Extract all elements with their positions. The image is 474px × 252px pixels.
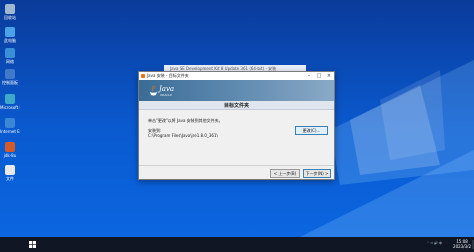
instruction-text: 单击"更改"以将 Java 安装到其他文件夹。 xyxy=(148,118,223,123)
oracle-wordmark: ORACLE xyxy=(160,93,172,97)
maximize-icon[interactable]: □ xyxy=(314,72,324,80)
recycle-bin-icon xyxy=(5,4,15,14)
desktop: 回收站此电脑网络控制面板 Microsoft Edge Internet Explo… xyxy=(0,0,474,237)
java-setup-dialog: Java 安装 - 目标文件夹 – □ × Java ORACLE 目标文件夹 … xyxy=(138,71,335,180)
network-icon xyxy=(5,48,15,58)
java-banner: Java ORACLE xyxy=(139,80,334,101)
next-button[interactable]: 下一步(N) > xyxy=(303,169,331,178)
edge-icon xyxy=(5,94,15,104)
java-app-icon xyxy=(141,74,145,78)
system-tray-icons[interactable]: ⌃ ▭ 🔊 中 xyxy=(427,241,442,245)
java-installer-icon xyxy=(5,142,15,152)
desktop-icon[interactable]: 网络 xyxy=(0,48,20,64)
java-logo: Java ORACLE xyxy=(149,83,179,98)
java-cup-icon xyxy=(150,85,157,96)
desktop-icon-label: 文件 xyxy=(6,176,14,181)
desktop-icon[interactable]: 文件 xyxy=(0,165,20,181)
java-wordmark: Java xyxy=(159,85,175,93)
desktop-icon-label: 此电脑 xyxy=(4,38,16,43)
desktop-icon-label: 控制面板 xyxy=(2,80,18,85)
close-icon[interactable]: × xyxy=(324,72,334,80)
desktop-icon-label: jdk-8u xyxy=(3,153,17,158)
this-pc-icon xyxy=(5,27,15,37)
footer-divider xyxy=(139,165,334,166)
control-panel-icon xyxy=(5,69,15,79)
back-button[interactable]: < 上一步(B) xyxy=(270,169,300,178)
dialog-title: Java 安装 - 目标文件夹 xyxy=(147,73,189,78)
desktop-icon[interactable]: Internet Explorer xyxy=(0,118,20,134)
file-icon xyxy=(5,165,15,175)
desktop-icon-label: 回收站 xyxy=(4,15,16,20)
change-folder-button[interactable]: 更改(C)... xyxy=(295,126,328,135)
desktop-icon-label: Microsoft Edge xyxy=(0,105,20,110)
windows-start-icon[interactable] xyxy=(29,241,36,248)
desktop-icon-label: 网络 xyxy=(6,59,14,64)
desktop-icon[interactable]: 回收站 xyxy=(0,4,20,20)
page-title: 目标文件夹 xyxy=(223,103,249,109)
taskbar-clock[interactable]: 15:08 2023/3/2 xyxy=(453,239,471,249)
desktop-icon-label: Internet Explorer xyxy=(0,129,20,134)
page-header: 目标文件夹 xyxy=(139,101,334,110)
desktop-icon[interactable]: Microsoft Edge xyxy=(0,94,20,110)
desktop-icon[interactable]: 控制面板 xyxy=(0,69,20,85)
taskbar: ⌃ ▭ 🔊 中 15:08 2023/3/2 xyxy=(0,237,474,252)
desktop-icon[interactable]: 此电脑 xyxy=(0,27,20,43)
desktop-icon[interactable]: jdk-8u xyxy=(0,142,20,158)
clock-date: 2023/3/2 xyxy=(453,244,471,249)
install-path: C:\Program Files\Java\jre1.8.0_361\ xyxy=(148,133,218,138)
dialog-titlebar[interactable]: Java 安装 - 目标文件夹 – □ × xyxy=(139,72,334,80)
ie-icon xyxy=(5,118,15,128)
minimize-icon[interactable]: – xyxy=(304,72,314,80)
